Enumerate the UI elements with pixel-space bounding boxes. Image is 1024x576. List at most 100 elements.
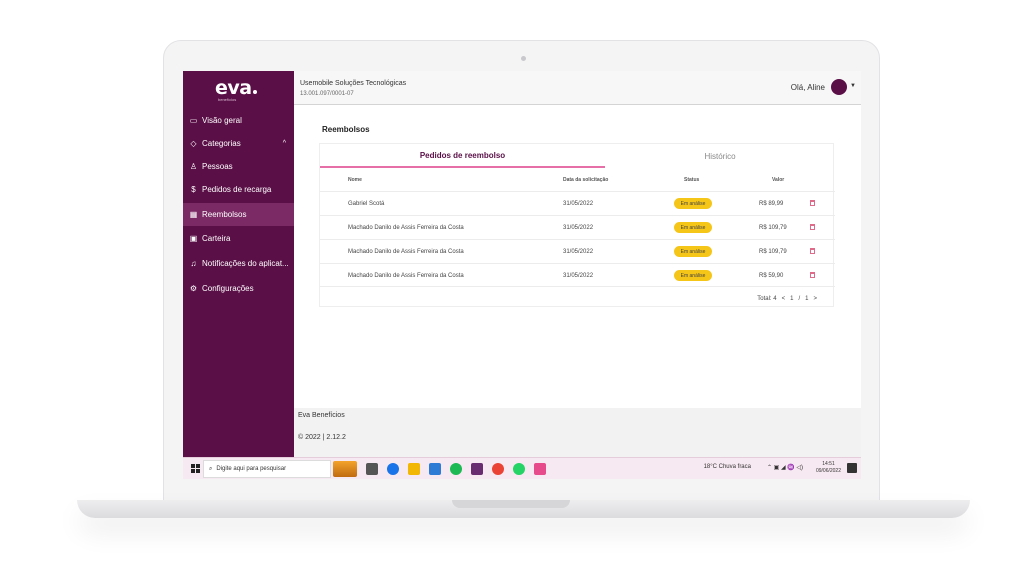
sidebar-item-reembolsos[interactable]: ▦ Reembolsos — [183, 203, 294, 226]
sidebar-item-label: Carteira — [202, 234, 231, 243]
search-icon: ⌕ — [209, 465, 213, 472]
trash-icon[interactable] — [810, 200, 815, 206]
weather-status[interactable]: 18°C Chuva fraca — [704, 464, 751, 470]
taskbar: ⌕ Digite aqui para pesquisar 18°C Chuva … — [183, 457, 861, 479]
wallet-icon: ▣ — [189, 234, 198, 243]
sidebar-item-pessoas[interactable]: ♙ Pessoas — [183, 155, 294, 178]
logo-dot — [252, 90, 257, 94]
tag-icon: ◇ — [190, 139, 197, 148]
sidebar-item-visao-geral[interactable]: ▭ Visão geral — [183, 109, 294, 132]
taskbar-apps — [333, 460, 546, 478]
dollar-icon: $ — [191, 185, 196, 194]
trash-icon[interactable] — [810, 248, 815, 254]
row-date: 31/05/2022 — [563, 225, 594, 231]
table-row[interactable]: Machado Danilo de Assis Ferreira da Cost… — [320, 263, 835, 287]
file-explorer-icon[interactable] — [408, 463, 420, 475]
sidebar: eva benefícios ▭ Visão geral ◇ Categoria… — [183, 71, 294, 457]
pagination: Total: 4 < 1 / 1 > — [757, 296, 817, 302]
status-badge: Em análise — [674, 246, 712, 257]
column-header-nome: Nome — [348, 177, 362, 183]
windows-start-icon[interactable] — [191, 464, 200, 473]
edge-icon[interactable] — [387, 463, 399, 475]
row-value: R$ 109,79 — [759, 225, 787, 231]
system-tray-icons[interactable]: ⌃ ▣ ◢ ♒ ◁) — [767, 464, 803, 471]
sidebar-item-pedidos-de-recarga[interactable]: $ Pedidos de recarga — [183, 178, 294, 201]
sidebar-item-label: Configurações — [202, 284, 254, 293]
column-header-valor: Valor — [772, 177, 785, 183]
clock-time: 14:51 — [822, 461, 835, 467]
table-row[interactable]: Machado Danilo de Assis Ferreira da Cost… — [320, 239, 835, 263]
bell-icon: ♫ — [190, 259, 197, 268]
store-icon[interactable] — [429, 463, 441, 475]
sidebar-item-label: Reembolsos — [202, 210, 247, 219]
table-header: Nome Data da solicitação Status Valor — [320, 170, 835, 190]
page-title: Reembolsos — [322, 125, 370, 134]
slack-icon[interactable] — [471, 463, 483, 475]
tab-historico[interactable]: Histórico — [605, 144, 835, 168]
pagination-pages: 1 — [805, 296, 809, 302]
row-value: R$ 109,79 — [759, 249, 787, 255]
sidebar-item-label: Visão geral — [202, 116, 242, 125]
screen: eva benefícios ▭ Visão geral ◇ Categoria… — [183, 71, 861, 479]
clock-date: 09/06/2022 — [815, 468, 841, 474]
table-row[interactable]: Gabriel Scotá 31/05/2022 Em análise R$ 8… — [320, 191, 835, 215]
news-widget-icon[interactable] — [333, 461, 357, 477]
chevron-right-icon[interactable]: > — [813, 296, 817, 302]
trash-icon[interactable] — [810, 272, 815, 278]
person-icon: ♙ — [189, 162, 198, 171]
tab-pedidos-de-reembolso[interactable]: Pedidos de reembolso — [320, 144, 605, 168]
chrome-icon[interactable] — [492, 463, 504, 475]
sidebar-item-label: Notificações do aplicat... — [202, 259, 289, 268]
chevron-down-icon[interactable]: ▼ — [850, 83, 856, 89]
chevron-up-icon: ^ — [282, 140, 286, 147]
refunds-card: Pedidos de reembolso Histórico Nome Data… — [319, 143, 835, 307]
gear-icon: ⚙ — [189, 284, 198, 293]
sidebar-item-label: Pessoas — [202, 162, 233, 171]
pagination-total: Total: 4 — [757, 296, 777, 302]
company-cnpj: 13.001.097/0001-07 — [300, 91, 354, 97]
sidebar-item-configuracoes[interactable]: ⚙ Configurações — [183, 277, 294, 300]
row-name: Machado Danilo de Assis Ferreira da Cost… — [348, 273, 464, 279]
trash-icon[interactable] — [810, 224, 815, 230]
sidebar-item-label: Pedidos de recarga — [202, 185, 272, 194]
task-view-icon[interactable] — [366, 463, 378, 475]
monitor-icon: ▭ — [189, 116, 198, 125]
column-header-status: Status — [684, 177, 700, 183]
company-name: Usemobile Soluções Tecnológicas — [300, 80, 407, 87]
footer-brand: Eva Benefícios — [298, 412, 345, 419]
main-content: Reembolsos Pedidos de reembolso Históric… — [294, 105, 861, 408]
row-date: 31/05/2022 — [563, 249, 594, 255]
clock[interactable]: 14:51 09/06/2022 — [816, 461, 841, 475]
status-badge: Em análise — [674, 270, 712, 281]
chevron-left-icon[interactable]: < — [782, 296, 786, 302]
logo-subtitle: benefícios — [218, 97, 237, 102]
sidebar-item-carteira[interactable]: ▣ Carteira — [183, 227, 294, 250]
app-icon[interactable] — [534, 463, 546, 475]
notification-icon[interactable] — [847, 463, 857, 473]
row-name: Machado Danilo de Assis Ferreira da Cost… — [348, 225, 464, 231]
taskbar-search[interactable]: ⌕ Digite aqui para pesquisar — [203, 460, 331, 478]
column-header-data: Data da solicitação — [563, 177, 609, 183]
table-row[interactable]: Machado Danilo de Assis Ferreira da Cost… — [320, 215, 835, 239]
status-badge: Em análise — [674, 198, 712, 209]
pagination-current[interactable]: 1 — [790, 296, 793, 302]
sidebar-item-categorias[interactable]: ◇ Categorias ^ — [183, 132, 294, 155]
receipt-icon: ▦ — [189, 210, 198, 219]
status-badge: Em análise — [674, 222, 712, 233]
row-value: R$ 89,99 — [759, 201, 784, 207]
row-value: R$ 59,90 — [759, 273, 784, 279]
laptop-notch — [452, 500, 570, 508]
pagination-separator: / — [798, 296, 801, 302]
header: Usemobile Soluções Tecnológicas 13.001.0… — [294, 71, 861, 105]
row-name: Gabriel Scotá — [348, 201, 385, 207]
sidebar-item-notificacoes[interactable]: ♫ Notificações do aplicat... — [183, 252, 294, 275]
whatsapp-icon[interactable] — [513, 463, 525, 475]
user-greeting: Olá, Aline — [790, 83, 825, 92]
avatar[interactable] — [831, 79, 847, 95]
camera — [521, 56, 526, 61]
footer-version: © 2022 | 2.12.2 — [298, 434, 346, 441]
row-date: 31/05/2022 — [563, 201, 594, 207]
spotify-icon[interactable] — [450, 463, 462, 475]
footer: Eva Benefícios © 2022 | 2.12.2 — [294, 408, 861, 457]
logo[interactable]: eva — [215, 77, 257, 99]
